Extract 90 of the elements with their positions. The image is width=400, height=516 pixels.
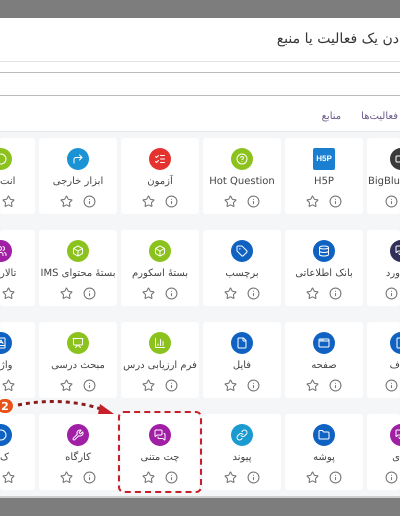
- activity-name: بستهٔ اسکورم: [132, 267, 188, 281]
- star-icon[interactable]: [2, 379, 15, 392]
- activity-card[interactable]: ورد: [367, 230, 400, 306]
- category-tab[interactable]: فعالیت‌ها: [361, 102, 398, 131]
- info-icon[interactable]: [385, 287, 398, 300]
- star-icon[interactable]: [306, 471, 319, 484]
- info-icon[interactable]: [83, 195, 96, 208]
- star-icon[interactable]: [142, 379, 155, 392]
- info-icon[interactable]: [247, 195, 260, 208]
- activity-name: H5P: [314, 175, 334, 189]
- star-icon[interactable]: [224, 195, 237, 208]
- star-icon[interactable]: [2, 471, 15, 484]
- activity-card[interactable]: بستهٔ محتوای IMS: [39, 230, 117, 306]
- star-icon[interactable]: [306, 287, 319, 300]
- activity-name: بستهٔ محتوای IMS: [40, 267, 116, 281]
- activity-card[interactable]: Hot Question: [203, 138, 281, 214]
- activity-name: مبحث درسی: [51, 359, 105, 373]
- activity-name: ابزار خارجی: [52, 175, 104, 189]
- activity-name: ف: [390, 359, 400, 373]
- star-icon[interactable]: [224, 471, 237, 484]
- activity-name: فایل: [232, 359, 252, 373]
- star-icon[interactable]: [224, 379, 237, 392]
- activity-name: Hot Question: [209, 175, 275, 189]
- info-icon[interactable]: [83, 379, 96, 392]
- activity-name: انت: [0, 175, 16, 189]
- star-icon[interactable]: [306, 379, 319, 392]
- star-icon[interactable]: [224, 287, 237, 300]
- info-icon[interactable]: [247, 379, 260, 392]
- info-icon[interactable]: [385, 471, 398, 484]
- info-icon[interactable]: [165, 287, 178, 300]
- activity-name: آزمون: [147, 175, 173, 189]
- activity-card[interactable]: ی: [367, 414, 400, 490]
- activity-name: ورد: [386, 267, 400, 281]
- logo-icon: H5P: [313, 148, 335, 170]
- activity-name: پیوند: [232, 451, 252, 465]
- activity-card[interactable]: مبحث درسی: [39, 322, 117, 398]
- activity-name: پوشه: [313, 451, 335, 465]
- star-icon[interactable]: [306, 195, 319, 208]
- star-icon[interactable]: [60, 379, 73, 392]
- activity-name: بانک اطلاعاتی: [295, 267, 353, 281]
- info-icon[interactable]: [165, 195, 178, 208]
- activity-card[interactable]: صفحه: [285, 322, 363, 398]
- activity-name: چت متنی: [140, 451, 180, 465]
- info-icon[interactable]: [165, 379, 178, 392]
- star-icon[interactable]: [2, 287, 15, 300]
- info-icon[interactable]: [83, 471, 96, 484]
- info-icon[interactable]: [329, 287, 342, 300]
- star-icon[interactable]: [142, 471, 155, 484]
- info-icon[interactable]: [329, 471, 342, 484]
- activity-card[interactable]: برچسب: [203, 230, 281, 306]
- activity-name: فرم ارزیابی درس: [123, 359, 197, 373]
- dialog-title: دن یک فعالیت یا منبع: [276, 30, 400, 49]
- activity-card[interactable]: فرم ارزیابی درس: [121, 322, 199, 398]
- activity-card[interactable]: آزمون: [121, 138, 199, 214]
- activity-card[interactable]: H5P H5P: [285, 138, 363, 214]
- info-icon[interactable]: [247, 287, 260, 300]
- star-icon[interactable]: [60, 471, 73, 484]
- activity-card[interactable]: کارگاه: [39, 414, 117, 490]
- activity-card[interactable]: ف: [367, 322, 400, 398]
- info-icon[interactable]: [329, 379, 342, 392]
- info-icon[interactable]: [83, 287, 96, 300]
- info-icon[interactable]: [329, 195, 342, 208]
- activity-name: ک: [0, 451, 9, 465]
- info-icon[interactable]: [247, 471, 260, 484]
- activity-name: برچسب: [225, 267, 259, 281]
- activity-name: صفحه: [311, 359, 337, 373]
- activity-card[interactable]: ک: [0, 414, 35, 490]
- category-tab[interactable]: منابع: [322, 102, 342, 131]
- activity-card[interactable]: فایل: [203, 322, 281, 398]
- star-icon[interactable]: [142, 195, 155, 208]
- star-icon[interactable]: [60, 287, 73, 300]
- activity-card[interactable]: چت متنی: [121, 414, 199, 490]
- search-field[interactable]: [0, 72, 400, 96]
- star-icon[interactable]: [2, 195, 15, 208]
- info-icon[interactable]: [165, 471, 178, 484]
- step-badge: 2: [0, 398, 14, 414]
- activity-card[interactable]: بانک اطلاعاتی: [285, 230, 363, 306]
- activity-card[interactable]: انت: [0, 138, 35, 214]
- activity-name: کارگاه: [65, 451, 91, 465]
- info-icon[interactable]: [385, 379, 398, 392]
- star-icon[interactable]: [60, 195, 73, 208]
- activity-name: BigBlu: [368, 175, 400, 189]
- activity-card[interactable]: پوشه: [285, 414, 363, 490]
- activity-card[interactable]: BigBlu: [367, 138, 400, 214]
- activity-card[interactable]: ابزار خارجی: [39, 138, 117, 214]
- activity-card[interactable]: بستهٔ اسکورم: [121, 230, 199, 306]
- activity-card[interactable]: پیوند: [203, 414, 281, 490]
- star-icon[interactable]: [142, 287, 155, 300]
- info-icon[interactable]: [385, 195, 398, 208]
- activity-name: ی: [392, 451, 400, 465]
